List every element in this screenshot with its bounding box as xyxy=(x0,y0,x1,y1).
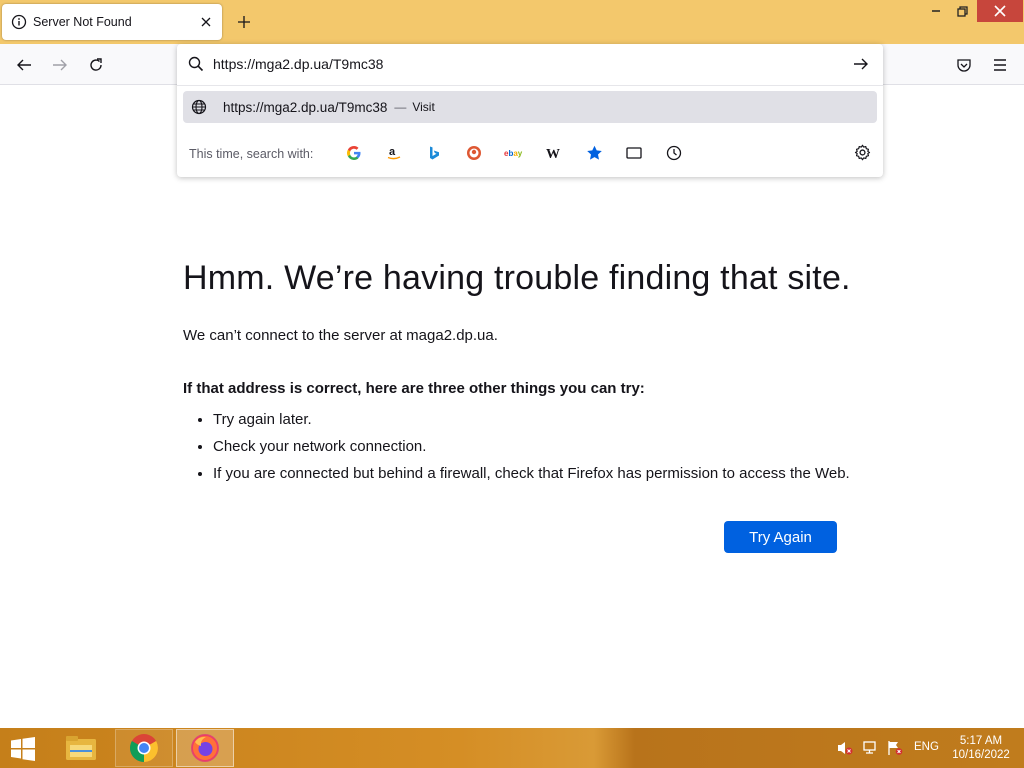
windows-start-icon[interactable] xyxy=(8,736,38,762)
info-icon xyxy=(11,14,27,30)
restore-button[interactable] xyxy=(950,0,974,22)
one-off-search-bar: This time, search with: a ebay W xyxy=(177,134,883,174)
svg-text:W: W xyxy=(546,147,560,161)
tabs-icon[interactable] xyxy=(624,143,644,163)
error-page: Hmm. We’re having trouble finding that s… xyxy=(183,256,863,492)
url-suggestion-row[interactable]: https://mga2.dp.ua/T9mc38 — Visit xyxy=(183,91,877,123)
minimize-button[interactable] xyxy=(924,0,948,22)
close-tab-icon[interactable] xyxy=(198,14,214,30)
title-bar: Server Not Found xyxy=(0,0,1024,44)
file-explorer-icon[interactable] xyxy=(52,729,110,767)
duckduckgo-icon[interactable] xyxy=(464,143,484,163)
wikipedia-icon[interactable]: W xyxy=(544,143,564,163)
list-item: If you are connected but behind a firewa… xyxy=(213,465,863,483)
window-close-button[interactable] xyxy=(977,0,1023,22)
suggestion-action: Visit xyxy=(412,100,435,114)
firefox-icon[interactable] xyxy=(176,729,234,767)
search-settings-gear-icon[interactable] xyxy=(854,144,871,166)
tips-title: If that address is correct, here are thr… xyxy=(183,380,645,397)
ebay-icon[interactable]: ebay xyxy=(504,143,524,163)
bookmarks-icon[interactable] xyxy=(584,143,604,163)
go-arrow-icon[interactable] xyxy=(853,56,869,77)
speaker-muted-icon[interactable] xyxy=(836,740,854,756)
tips-list: Try again later. Check your network conn… xyxy=(183,411,863,483)
taskbar: ENG 5:17 AM 10/16/2022 xyxy=(0,728,1024,768)
suggestion-url: https://mga2.dp.ua/T9mc38 xyxy=(223,99,388,115)
search-with-label: This time, search with: xyxy=(189,147,314,161)
history-icon[interactable] xyxy=(664,143,684,163)
clock[interactable]: 5:17 AM 10/16/2022 xyxy=(950,734,1012,762)
clock-date: 10/16/2022 xyxy=(952,749,1010,761)
try-again-button[interactable]: Try Again xyxy=(724,521,837,553)
list-item: Check your network connection. xyxy=(213,438,863,456)
list-item: Try again later. xyxy=(213,411,863,429)
chrome-icon[interactable] xyxy=(115,729,173,767)
back-button[interactable] xyxy=(13,54,35,76)
error-message: We can’t connect to the server at maga2.… xyxy=(183,327,498,344)
amazon-icon[interactable]: a xyxy=(384,143,404,163)
urlbar-popup: https://mga2.dp.ua/T9mc38 — Visit This t… xyxy=(177,44,883,177)
forward-button[interactable] xyxy=(49,54,71,76)
suggestion-separator: — xyxy=(394,100,407,114)
bing-icon[interactable] xyxy=(424,143,444,163)
error-headline: Hmm. We’re having trouble finding that s… xyxy=(183,259,851,297)
svg-text:ebay: ebay xyxy=(504,149,523,158)
clock-time: 5:17 AM xyxy=(959,735,1003,747)
network-icon[interactable] xyxy=(861,740,879,756)
google-icon[interactable] xyxy=(344,143,364,163)
tab-title: Server Not Found xyxy=(33,15,132,29)
search-icon xyxy=(188,56,204,77)
urlbar xyxy=(177,44,883,86)
url-input[interactable] xyxy=(213,53,833,75)
tab-server-not-found[interactable]: Server Not Found xyxy=(2,4,222,40)
globe-icon xyxy=(191,99,207,115)
language-indicator[interactable]: ENG xyxy=(914,741,939,753)
reload-button[interactable] xyxy=(85,54,107,76)
svg-text:a: a xyxy=(389,146,396,158)
new-tab-button[interactable] xyxy=(234,12,254,32)
action-center-flag-icon[interactable] xyxy=(886,740,904,756)
pocket-icon[interactable] xyxy=(953,54,975,76)
menu-icon[interactable] xyxy=(989,54,1011,76)
